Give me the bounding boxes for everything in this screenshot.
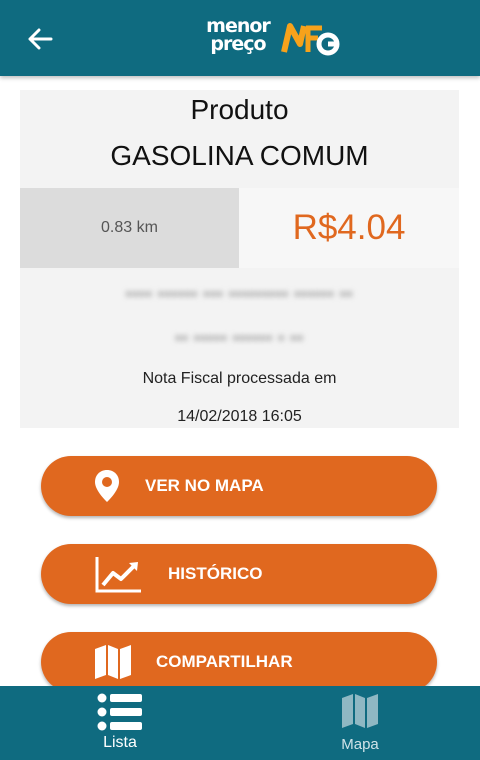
view-on-map-button[interactable]: VER NO MAPA	[41, 456, 437, 516]
list-icon	[97, 693, 142, 731]
invoice-note: Nota Fiscal processada em	[142, 370, 337, 387]
trend-chart-icon	[95, 554, 143, 594]
folded-map-icon	[93, 642, 133, 682]
bottom-navigation: Lista Mapa	[0, 686, 480, 760]
map-pin-icon	[87, 466, 127, 506]
back-button[interactable]	[22, 22, 58, 56]
invoice-date: 14/02/2018 16:05	[177, 408, 302, 425]
nav-tab-list[interactable]: Lista	[0, 686, 240, 760]
history-button[interactable]: HISTÓRICO	[41, 544, 437, 604]
distance-value: 0.83 km	[20, 188, 239, 268]
back-arrow-icon	[28, 28, 53, 50]
app-logo: menor preço	[200, 14, 342, 62]
folded-map-icon	[342, 694, 378, 728]
logo-text: menor preço	[206, 15, 271, 55]
price-value: R$4.04	[239, 188, 459, 268]
app-bar: menor preço	[0, 0, 480, 76]
product-label: Produto	[190, 94, 289, 125]
share-label: COMPARTILHAR	[156, 652, 293, 671]
nfg-logo-icon	[281, 23, 340, 56]
blurred-store-name: ▪▪▪▪ ▪▪▪▪▪▪ ▪▪▪ ▪▪▪▪▪▪▪▪▪ ▪▪▪▪▪▪ ▪▪	[125, 286, 354, 303]
history-label: HISTÓRICO	[168, 564, 263, 583]
product-name: GASOLINA COMUM	[110, 140, 369, 171]
blurred-store-address: ▪▪ ▪▪▪▪▪ ▪▪▪▪▪▪ ▪ ▪▪	[175, 330, 304, 347]
nav-tab-map[interactable]: Mapa	[240, 686, 480, 760]
share-button[interactable]: COMPARTILHAR	[41, 632, 437, 692]
nav-tab-map-label: Mapa	[341, 736, 379, 753]
product-card: Produto GASOLINA COMUM 0.83 km R$4.04 ▪▪…	[20, 90, 459, 428]
nav-tab-list-label: Lista	[103, 734, 137, 751]
view-on-map-label: VER NO MAPA	[145, 476, 264, 495]
